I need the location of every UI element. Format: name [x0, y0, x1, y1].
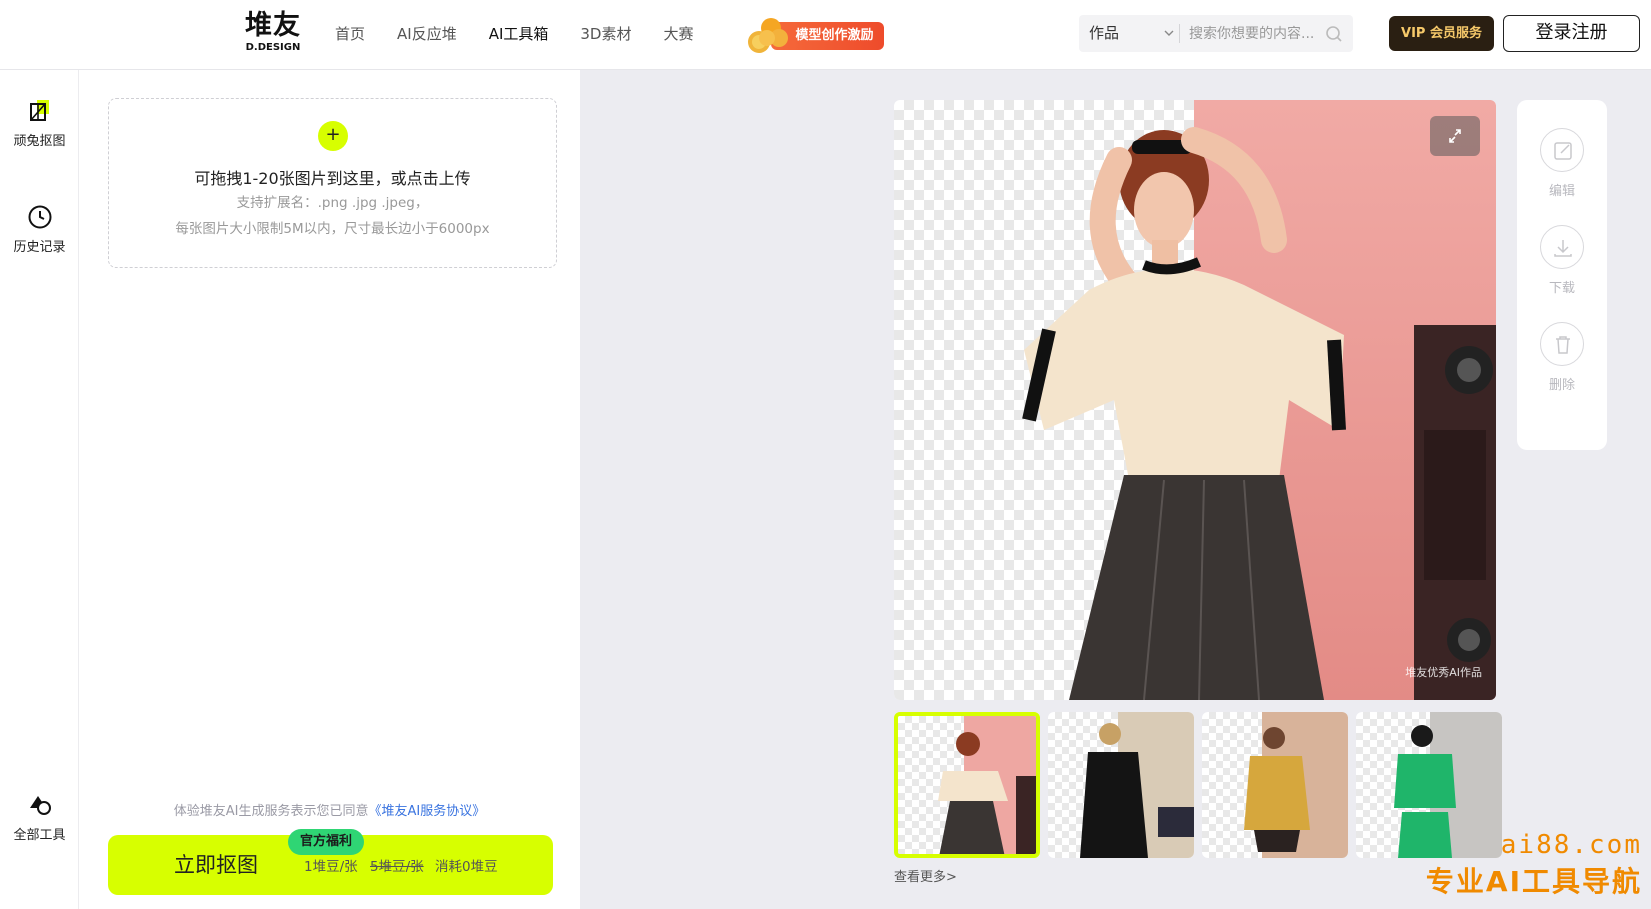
cutout-now-button[interactable]: 官方福利 立即抠图 1堆豆/张 5堆豆/张 消耗0堆豆	[108, 829, 553, 895]
logo-subtext: D.DESIGN	[245, 42, 301, 53]
preview-watermark: 堆友优秀AI作品	[1405, 666, 1482, 679]
dropzone-ext-hint: 支持扩展名：.png .jpg .jpeg，	[236, 195, 429, 211]
cutout-icon	[29, 100, 49, 121]
site-logo[interactable]: 堆友 D.DESIGN	[238, 10, 308, 60]
logo-text: 堆友	[245, 10, 301, 41]
search-divider	[1179, 24, 1180, 43]
upload-dropzone[interactable]: + 可拖拽1-20张图片到这里，或点击上传 支持扩展名：.png .jpg .j…	[108, 98, 557, 268]
cta-consume: 消耗0堆豆	[435, 859, 498, 875]
nav-home[interactable]: 首页	[335, 22, 365, 46]
nav-contest[interactable]: 大赛	[664, 22, 694, 46]
search-bar: 作品	[1079, 15, 1353, 52]
download-icon	[1554, 240, 1572, 257]
cta-price: 1堆豆/张	[304, 859, 358, 875]
result-preview: 堆友优秀AI作品	[894, 100, 1496, 700]
main-nav: 首页 AI反应堆 AI工具箱 3D素材 大赛	[335, 22, 726, 46]
dropzone-title: 可拖拽1-20张图片到这里，或点击上传	[194, 169, 471, 188]
search-input[interactable]	[1189, 15, 1319, 52]
dropzone-size-hint: 每张图片大小限制5M以内，尺寸最长边小于6000px	[175, 221, 490, 237]
nav-ai-toolbox[interactable]: AI工具箱	[486, 22, 551, 46]
cta-label: 立即抠图	[174, 853, 258, 877]
chevron-down-icon	[1164, 30, 1174, 36]
agreement-link[interactable]: 《堆友AI服务协议》	[369, 804, 486, 819]
official-bonus-badge: 官方福利	[288, 829, 365, 855]
coin-icon	[748, 18, 788, 53]
thumbnail-1[interactable]	[894, 712, 1040, 858]
search-icon[interactable]	[1325, 25, 1343, 43]
clock-icon	[28, 205, 51, 229]
add-image-button[interactable]: +	[318, 121, 348, 151]
brand-slogan: 专业AI工具导航	[1425, 865, 1642, 898]
top-header: 堆友 D.DESIGN 首页 AI反应堆 AI工具箱 3D素材 大赛 模型创作激…	[0, 0, 1651, 70]
vip-button[interactable]: VIP 会员服务	[1389, 16, 1494, 51]
delete-tool[interactable]: 删除	[1517, 322, 1607, 393]
left-rail: 顽兔抠图 历史记录 全部工具	[0, 70, 79, 909]
nav-3d-assets[interactable]: 3D素材	[580, 22, 631, 46]
view-more-link[interactable]: 查看更多>	[894, 866, 957, 885]
upload-panel: + 可拖拽1-20张图片到这里，或点击上传 支持扩展名：.png .jpg .j…	[79, 70, 580, 909]
promo-banner[interactable]: 模型创作激励	[745, 16, 885, 53]
search-category-select[interactable]: 作品	[1089, 15, 1184, 52]
thumbnail-3-figure	[1244, 727, 1310, 852]
nav-ai-reactor[interactable]: AI反应堆	[397, 22, 457, 46]
thumbnail-3[interactable]	[1202, 712, 1348, 858]
rail-item-cutout[interactable]: 顽兔抠图	[0, 98, 79, 149]
service-agreement: 体验堆友AI生成服务表示您已同意《堆友AI服务协议》	[173, 804, 486, 819]
login-register-button[interactable]: 登录注册	[1503, 15, 1640, 52]
side-toolbar: 编辑 下载 删除	[1517, 100, 1607, 450]
brand-domain: ai88.com	[1500, 830, 1642, 860]
thumbnail-2[interactable]	[1048, 712, 1194, 858]
rail-item-all-tools[interactable]: 全部工具	[0, 792, 79, 843]
shapes-icon	[29, 796, 51, 815]
cta-old-price: 5堆豆/张	[370, 859, 424, 875]
rail-item-history[interactable]: 历史记录	[0, 204, 79, 255]
edit-tool[interactable]: 编辑	[1517, 128, 1607, 199]
site-brand-watermark: ai88.com 专业AI工具导航	[1410, 830, 1642, 900]
trash-icon	[1556, 336, 1570, 354]
expand-icon	[1449, 129, 1461, 143]
model-photo	[1022, 127, 1496, 700]
thumbnail-1-figure	[938, 732, 1036, 854]
edit-icon	[1554, 142, 1572, 160]
expand-button[interactable]	[1430, 116, 1480, 156]
thumbnail-2-figure	[1080, 723, 1194, 858]
download-tool[interactable]: 下载	[1517, 225, 1607, 296]
